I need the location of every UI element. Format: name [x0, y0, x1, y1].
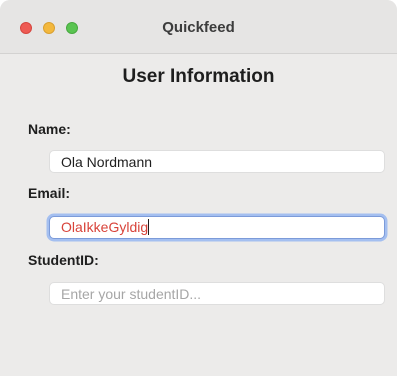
- name-field[interactable]: [49, 150, 385, 173]
- app-window: Quickfeed User Information Name: Email: …: [0, 0, 397, 376]
- window-title: Quickfeed: [162, 19, 235, 36]
- email-label: Email:: [28, 185, 71, 201]
- name-label: Name:: [28, 121, 71, 137]
- user-information-form: User Information Name: Email: OlaIkkeGyl…: [0, 54, 397, 376]
- student-id-label: StudentID:: [28, 252, 99, 268]
- form-heading: User Information: [122, 66, 275, 87]
- email-field[interactable]: OlaIkkeGyldig: [49, 216, 385, 239]
- text-caret: [148, 219, 150, 235]
- title-bar[interactable]: Quickfeed: [0, 0, 397, 54]
- email-field-value: OlaIkkeGyldig: [61, 219, 149, 235]
- student-id-field[interactable]: [49, 282, 385, 305]
